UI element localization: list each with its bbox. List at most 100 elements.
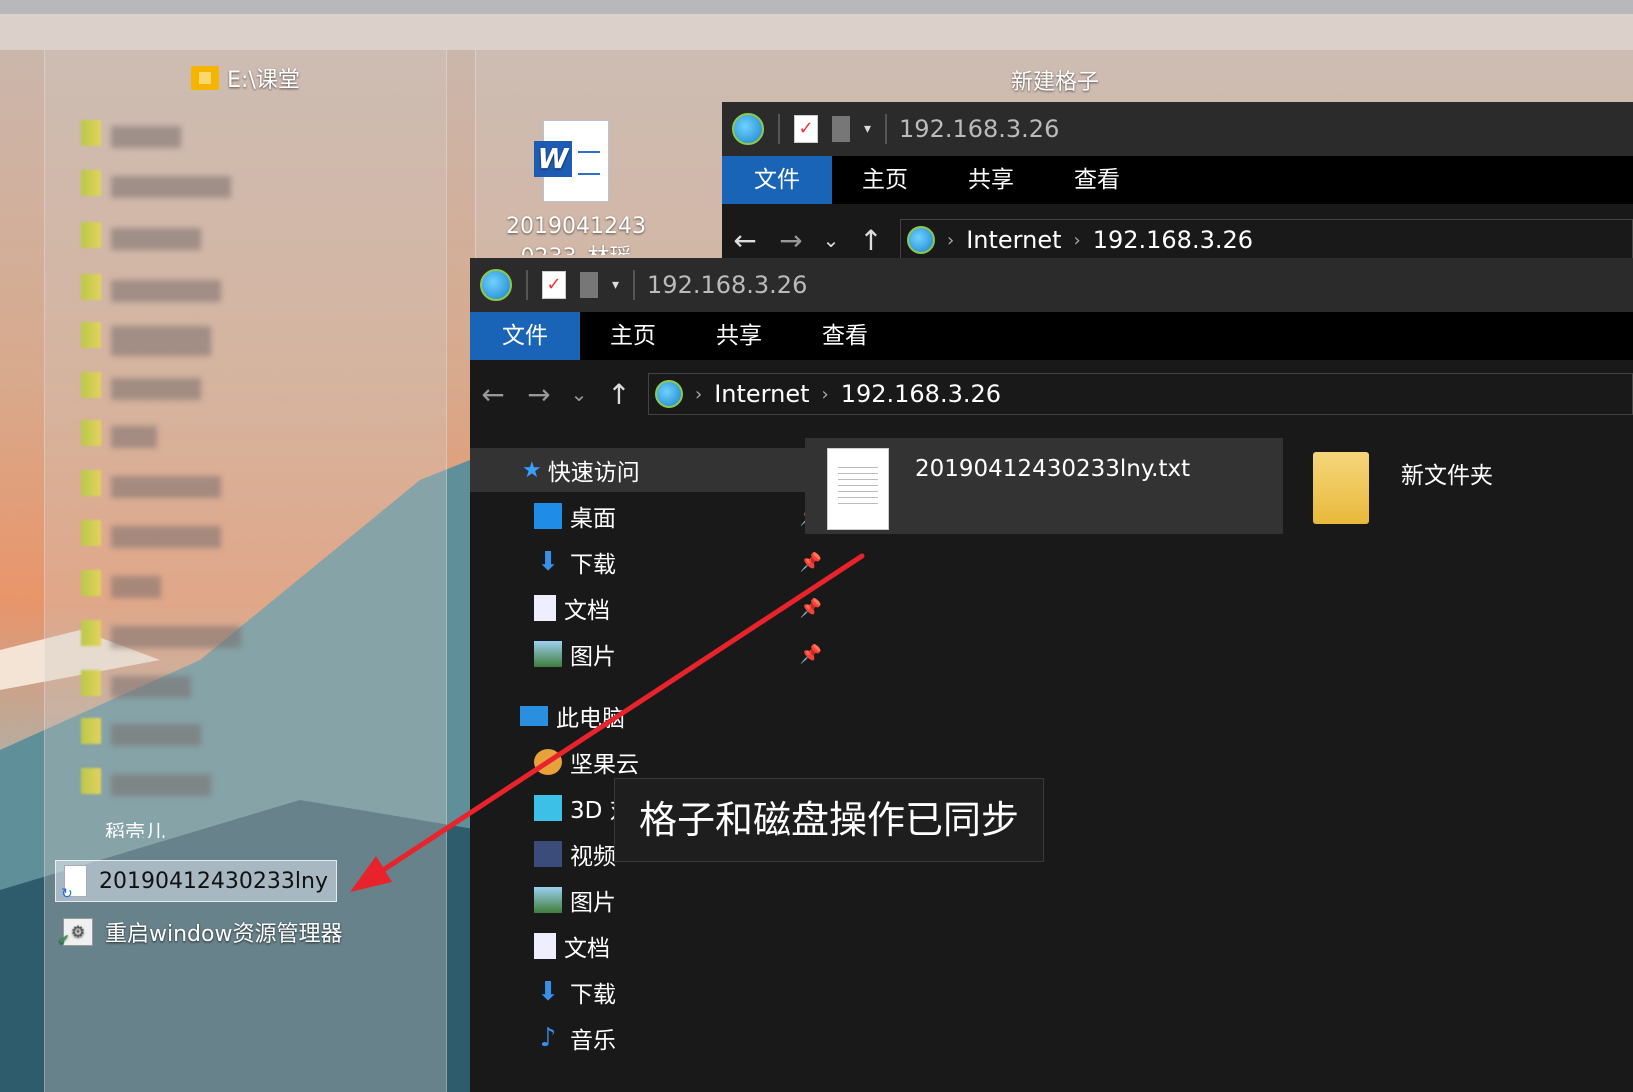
nav-label: 图片 (570, 644, 616, 670)
music-icon: ♪ (539, 1023, 557, 1053)
nav-quick-access[interactable]: ★ 快速访问 (470, 448, 820, 492)
file-item-txt[interactable]: 20190412430233lny.txt (805, 438, 1283, 534)
properties-icon[interactable]: ✓ (542, 271, 566, 299)
breadcrumb-internet[interactable]: Internet (966, 226, 1061, 254)
file-item-folder[interactable]: 新文件夹 (1283, 438, 1633, 534)
back-arrow-icon[interactable]: ← (722, 224, 768, 257)
up-arrow-icon[interactable]: ↑ (596, 378, 642, 411)
fence-panel-left[interactable]: E:\课堂 稻壳儿 20190412430233lny ⚙ 重启window资源… (44, 50, 447, 1092)
forward-arrow-icon[interactable]: → (516, 378, 562, 411)
blurred-icon (81, 222, 101, 248)
partial-desktop-item[interactable]: 稻壳儿 (105, 816, 165, 838)
network-icon (655, 380, 683, 408)
ribbon-tabs: 文件 主页 共享 查看 (470, 312, 1633, 360)
desktop-item-restart-explorer[interactable]: ⚙ 重启window资源管理器 (55, 912, 350, 953)
explorer-window-back[interactable]: ✓ ▾ 192.168.3.26 文件 主页 共享 查看 ← → ⌄ ↑ › I… (722, 102, 1633, 258)
tab-view[interactable]: 查看 (1044, 156, 1150, 204)
blurred-label (111, 126, 181, 148)
breadcrumb-internet[interactable]: Internet (714, 380, 809, 408)
tab-share[interactable]: 共享 (938, 156, 1044, 204)
blurred-label (111, 280, 221, 302)
explorer-window-front[interactable]: ✓ ▾ 192.168.3.26 文件 主页 共享 查看 ← → ⌄ ↑ › I… (470, 258, 1633, 1092)
breadcrumb-host[interactable]: 192.168.3.26 (841, 380, 1001, 408)
up-arrow-icon[interactable]: ↑ (848, 224, 894, 257)
blurred-label (111, 476, 221, 498)
new-folder-icon[interactable] (580, 272, 598, 298)
nav-item-music[interactable]: ♪ 音乐 (470, 1016, 832, 1060)
blurred-label (111, 626, 241, 648)
blurred-icon (81, 372, 101, 398)
customize-dropdown-icon[interactable]: ▾ (864, 121, 871, 137)
blurred-label (111, 176, 231, 198)
nav-this-pc[interactable]: 此电脑 (470, 694, 818, 738)
tab-home[interactable]: 主页 (580, 312, 686, 360)
word-document-icon: W (534, 120, 609, 202)
recent-dropdown-icon[interactable]: ⌄ (562, 382, 596, 406)
address-bar[interactable]: › Internet › 192.168.3.26 (648, 373, 1633, 415)
blurred-icon (81, 718, 101, 744)
address-row: ← → ⌄ ↑ › Internet › 192.168.3.26 (470, 368, 1633, 420)
titlebar[interactable]: ✓ ▾ 192.168.3.26 (722, 102, 1633, 156)
address-bar[interactable]: › Internet › 192.168.3.26 (900, 219, 1633, 258)
nav-label: 快速访问 (547, 460, 640, 486)
window-title: 192.168.3.26 (899, 115, 1060, 143)
tab-file[interactable]: 文件 (470, 312, 580, 360)
address-row: ← → ⌄ ↑ › Internet › 192.168.3.26 (722, 214, 1633, 258)
partial-item-label: 稻壳儿 (105, 820, 165, 838)
nav-label: 视频 (570, 844, 616, 870)
nav-item-downloads[interactable]: ⬇ 下载 📌 (470, 540, 832, 584)
download-icon: ⬇ (537, 977, 559, 1007)
tab-view[interactable]: 查看 (792, 312, 898, 360)
word-document-label-line2: 0233_林瑶 (496, 239, 656, 255)
blurred-icon (81, 322, 101, 348)
chevron-right-icon[interactable]: › (947, 230, 954, 251)
back-arrow-icon[interactable]: ← (470, 378, 516, 411)
blurred-icon (81, 620, 101, 646)
tab-file[interactable]: 文件 (722, 156, 832, 204)
tab-home[interactable]: 主页 (832, 156, 938, 204)
picture-icon (534, 887, 562, 913)
forward-arrow-icon[interactable]: → (768, 224, 814, 257)
blurred-icon (81, 768, 101, 794)
chevron-right-icon[interactable]: › (822, 384, 829, 405)
top-strip (0, 0, 1633, 14)
fence-title-text: 新建格子 (1010, 70, 1099, 95)
navigation-pane[interactable]: ★ 快速访问 桌面 📌 ⬇ 下载 📌 文档 📌 图片 📌 此电脑 (470, 448, 822, 1092)
new-folder-icon[interactable] (832, 116, 850, 142)
chevron-right-icon[interactable]: › (1074, 230, 1081, 251)
network-icon[interactable] (732, 113, 764, 145)
text-file-icon (827, 448, 889, 530)
fence-title-left[interactable]: E:\课堂 (45, 62, 446, 94)
breadcrumb-host[interactable]: 192.168.3.26 (1093, 226, 1253, 254)
file-list[interactable]: 20190412430233lny.txt 新文件夹 (805, 438, 1633, 1092)
desktop-band (0, 14, 1633, 50)
recent-dropdown-icon[interactable]: ⌄ (814, 228, 848, 252)
desktop-item-label: 重启window资源管理器 (105, 922, 343, 947)
nav-item-downloads-pc[interactable]: ⬇ 下载 (470, 970, 832, 1014)
nav-item-documents-pc[interactable]: 文档 (470, 924, 832, 968)
nav-item-pictures[interactable]: 图片 📌 (470, 632, 832, 676)
blurred-label (111, 426, 157, 448)
titlebar[interactable]: ✓ ▾ 192.168.3.26 (470, 258, 1633, 312)
chevron-right-icon[interactable]: › (695, 384, 702, 405)
fence-title-right[interactable]: 新建格子 (476, 64, 1633, 96)
desktop-item-file[interactable]: 20190412430233lny (55, 860, 337, 902)
nav-label: 桌面 (570, 506, 616, 532)
blurred-icon (81, 120, 101, 146)
nav-label: 音乐 (570, 1028, 616, 1054)
network-icon[interactable] (480, 269, 512, 301)
nav-label: 下载 (570, 552, 616, 578)
nav-label: 坚果云 (570, 752, 639, 778)
separator (633, 270, 636, 300)
customize-dropdown-icon[interactable]: ▾ (612, 277, 619, 293)
properties-icon[interactable]: ✓ (794, 115, 818, 143)
nav-item-documents[interactable]: 文档 📌 (470, 586, 832, 630)
nav-item-desktop[interactable]: 桌面 📌 (470, 494, 832, 538)
tab-share[interactable]: 共享 (686, 312, 792, 360)
blurred-label (111, 576, 161, 598)
blurred-label (111, 676, 191, 698)
word-document-item[interactable]: W 2019041243 0233_林瑶 (496, 120, 656, 255)
nav-item-pictures-pc[interactable]: 图片 (470, 878, 832, 922)
nutstore-icon (534, 749, 562, 775)
desktop-icon (534, 503, 562, 529)
